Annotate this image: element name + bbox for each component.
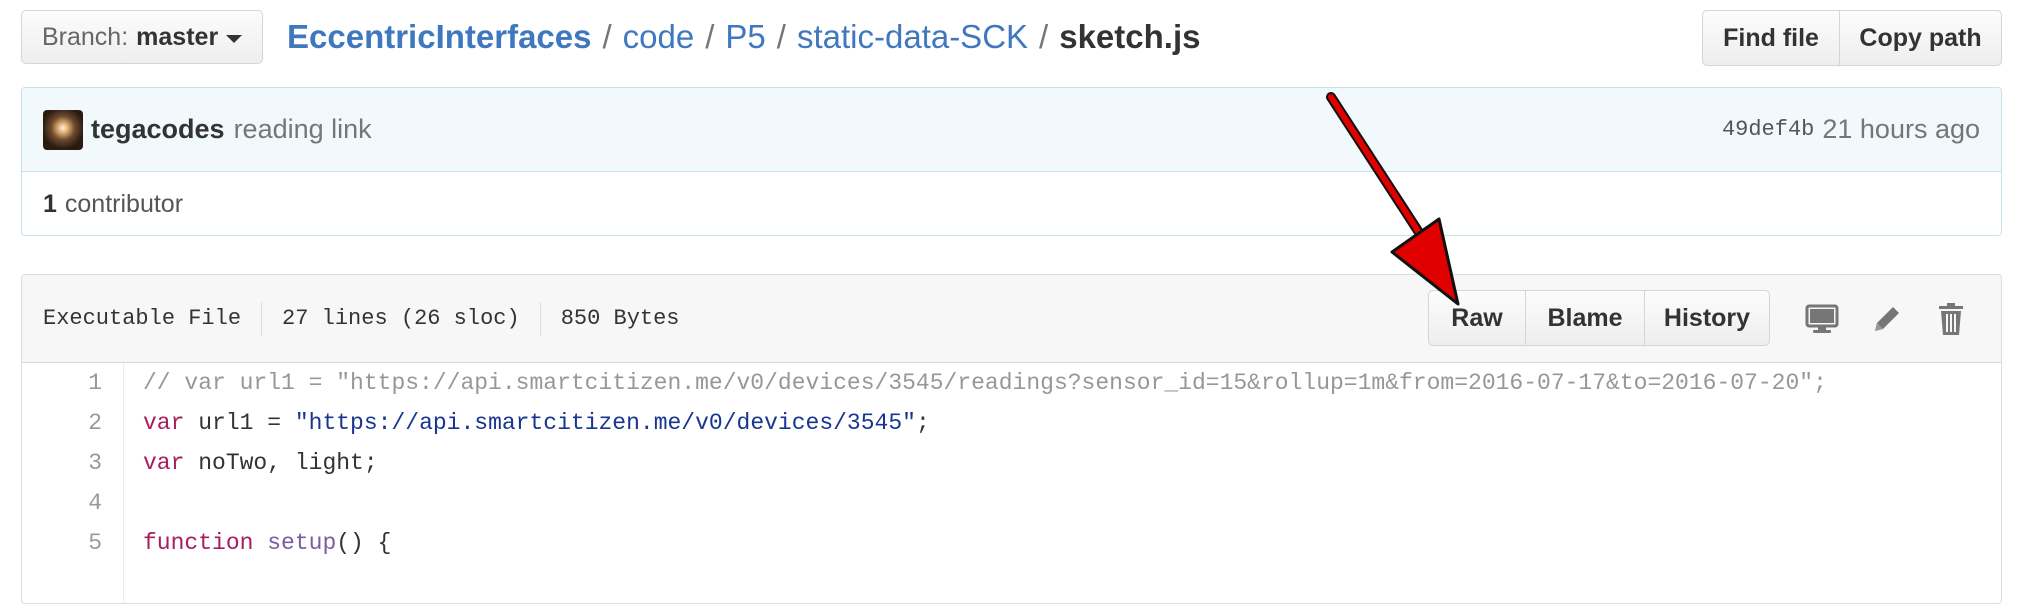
breadcrumb-separator: / [705, 18, 715, 55]
code-comment: // var url1 = "https://api.smartcitizen.… [143, 370, 1827, 396]
breadcrumb-separator: / [602, 18, 612, 55]
find-file-button[interactable]: Find file [1703, 11, 1839, 65]
line-number[interactable]: 1 [22, 370, 102, 396]
file-actions: Raw Blame History [1428, 290, 1770, 346]
code-text: // var url1 = "https://api.smartcitizen.… [102, 370, 1827, 396]
breadcrumb-separator: / [1039, 18, 1049, 55]
file-navigation-actions: Find file Copy path [1702, 10, 2002, 66]
breadcrumb-repo-link[interactable]: EccentricInterfaces [287, 18, 592, 56]
line-number[interactable]: 5 [22, 530, 102, 556]
file-header: Executable File 27 lines (26 sloc) 850 B… [22, 275, 2001, 363]
latest-commit-row: tegacodes reading link 49def4b 21 hours … [22, 88, 2001, 172]
code-text: var url1 = "https://api.smartcitizen.me/… [102, 410, 930, 436]
breadcrumb-current-file: sketch.js [1059, 18, 1201, 55]
line-number[interactable]: 2 [22, 410, 102, 436]
file-view: Executable File 27 lines (26 sloc) 850 B… [21, 274, 2002, 604]
history-button[interactable]: History [1644, 291, 1769, 345]
branch-label: Branch: [42, 22, 129, 51]
commit-tease: tegacodes reading link 49def4b 21 hours … [21, 87, 2002, 236]
divider [261, 301, 263, 336]
commit-message[interactable]: reading link [234, 114, 372, 145]
code-keyword: function [143, 530, 254, 556]
commit-time: 21 hours ago [1822, 114, 1980, 144]
breadcrumb-folder-link[interactable]: static-data-SCK [797, 18, 1028, 56]
copy-path-button[interactable]: Copy path [1839, 11, 2001, 65]
desktop-icon[interactable] [1802, 299, 1842, 339]
raw-button[interactable]: Raw [1429, 291, 1525, 345]
code-plain: ; [915, 410, 930, 436]
pencil-icon[interactable] [1867, 299, 1907, 339]
code-line: 2 var url1 = "https://api.smartcitizen.m… [22, 403, 2001, 443]
contributor-count: 1 [43, 189, 57, 218]
blame-button[interactable]: Blame [1525, 291, 1644, 345]
code-line: 5 function setup() { [22, 523, 2001, 563]
file-size: 850 Bytes [560, 306, 680, 331]
caret-down-icon [226, 34, 243, 43]
code-keyword: var [143, 450, 185, 476]
line-number[interactable]: 4 [22, 490, 102, 516]
breadcrumb-code-link[interactable]: code [623, 18, 695, 56]
code-string: "https://api.smartcitizen.me/v0/devices/… [294, 410, 916, 436]
code-line: 3 var noTwo, light; [22, 443, 2001, 483]
code-plain: url1 = [184, 410, 295, 436]
breadcrumb-p5-link[interactable]: P5 [725, 18, 765, 56]
branch-name: master [136, 22, 219, 51]
breadcrumb: EccentricInterfaces / code / P5 / static… [287, 13, 1200, 61]
divider [539, 301, 541, 336]
contributor-label: contributor [64, 189, 184, 218]
code-line: 4 [22, 483, 2001, 523]
code-text: var noTwo, light; [102, 450, 378, 476]
line-number[interactable]: 3 [22, 450, 102, 476]
avatar[interactable] [43, 109, 83, 150]
commit-sha[interactable]: 49def4b [1722, 117, 1814, 142]
commit-meta: 49def4b 21 hours ago [1722, 114, 1980, 145]
branch-select-button[interactable]: Branch: master [21, 10, 263, 64]
commit-author[interactable]: tegacodes [91, 114, 225, 145]
trash-icon[interactable] [1931, 299, 1971, 339]
code-view: 1 // var url1 = "https://api.smartcitize… [22, 363, 2001, 563]
code-text: function setup() { [102, 530, 391, 556]
code-keyword: var [143, 410, 185, 436]
contributors-row[interactable]: 1 contributor [22, 172, 2001, 235]
code-plain: noTwo, light; [184, 450, 378, 476]
file-lines: 27 lines (26 sloc) [282, 306, 520, 331]
code-plain: () { [336, 530, 392, 556]
file-info: Executable File 27 lines (26 sloc) 850 B… [43, 301, 680, 336]
code-line: 1 // var url1 = "https://api.smartcitize… [22, 363, 2001, 403]
file-mode: Executable File [43, 306, 242, 331]
line-number-gutter-border [123, 363, 124, 603]
breadcrumb-separator: / [776, 18, 786, 55]
code-function-name: setup [267, 530, 337, 556]
